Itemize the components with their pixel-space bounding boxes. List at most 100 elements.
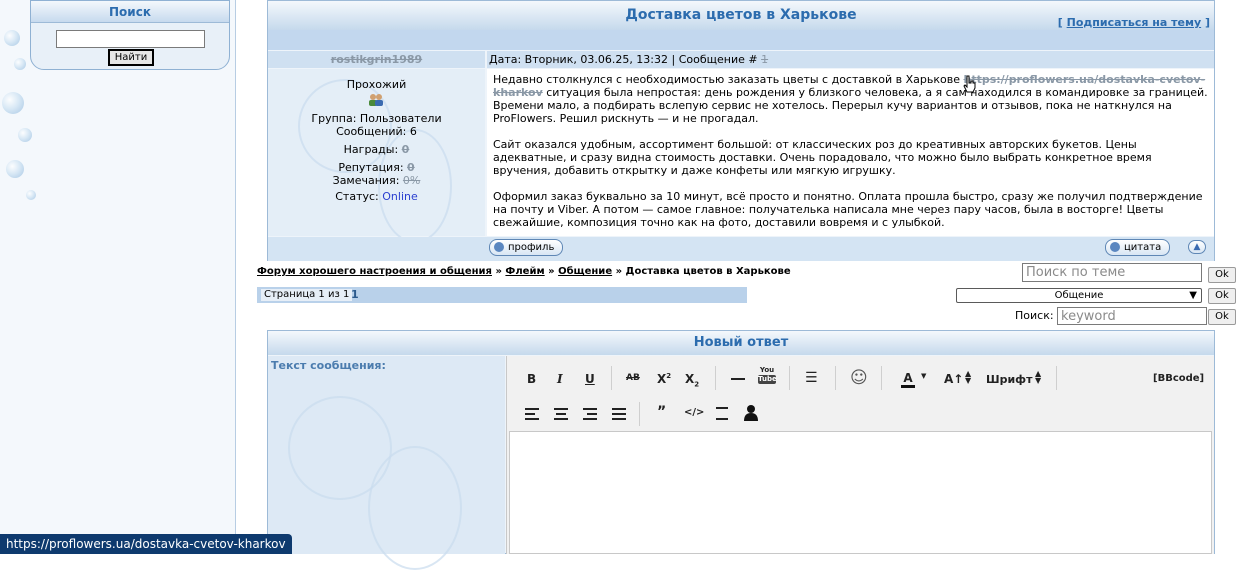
- post-paragraph: Сайт оказался удобным, ассортимент больш…: [493, 138, 1152, 177]
- justify-button[interactable]: [612, 408, 626, 420]
- awards-value[interactable]: 0: [402, 143, 410, 156]
- water-drop-decoration: [26, 190, 36, 200]
- post-footer: профиль цитата ▲: [268, 237, 1214, 261]
- pagination-bar: Страница 1 из 1 1: [257, 287, 747, 303]
- author-reputation: Репутация: 0: [268, 161, 485, 174]
- horizontal-rule-button[interactable]: [731, 378, 745, 380]
- author-warnings: Замечания: 0%: [268, 174, 485, 187]
- author-group: Группа: Пользователи: [311, 112, 442, 125]
- message-number-link[interactable]: 1: [761, 53, 768, 66]
- author-rank: Прохожий: [346, 78, 407, 91]
- left-sidebar: Поиск Найти: [0, 0, 236, 554]
- topic-title: Доставка цветов в Харькове: [625, 7, 857, 23]
- youtube-bottom: Tube: [758, 375, 777, 384]
- arrow-up-icon: ▲: [1193, 242, 1201, 252]
- font-family-button[interactable]: Шрифт: [986, 373, 1032, 386]
- reply-title: Новый ответ: [268, 331, 1214, 355]
- sidebar-search-button[interactable]: Найти: [108, 49, 154, 66]
- search-label: Поиск:: [1015, 309, 1054, 322]
- quote-format-button[interactable]: ”: [657, 404, 666, 420]
- forum-jump-ok-button[interactable]: Ok: [1208, 288, 1236, 304]
- message-label: Текст сообщения:: [271, 359, 386, 372]
- subscript-button[interactable]: X2: [685, 372, 699, 388]
- align-left-button[interactable]: [525, 408, 539, 420]
- reputation-label: Репутация:: [338, 161, 404, 174]
- author-awards: Награды: 0: [268, 143, 485, 156]
- superscript-button[interactable]: X2: [657, 372, 671, 386]
- underline-button[interactable]: U: [585, 372, 595, 386]
- bbcode-toggle[interactable]: [BBcode]: [1153, 373, 1204, 384]
- strikethrough-button[interactable]: AB: [626, 373, 640, 383]
- topic-search-input[interactable]: Поиск по теме: [1022, 263, 1202, 282]
- breadcrumb-general[interactable]: Общение: [558, 266, 612, 277]
- author-name[interactable]: rostikgrin1989: [268, 51, 485, 68]
- bracket-open: [: [1057, 16, 1063, 29]
- topic-search-ok-button[interactable]: Ok: [1208, 267, 1236, 283]
- quote-button[interactable]: цитата: [1105, 239, 1171, 256]
- bbcode-editor: B I U AB X2 X2 You Tube ☰ ☺ A ▼ A↑ ▲ ▼ Шр…: [506, 356, 1214, 554]
- author-messages: Сообщений: 6: [336, 125, 417, 138]
- breadcrumb-flame[interactable]: Флейм: [505, 266, 544, 277]
- warnings-label: Замечания:: [332, 174, 400, 187]
- breadcrumb-sep: »: [548, 266, 555, 277]
- font-color-button[interactable]: A: [901, 371, 915, 388]
- breadcrumb-sep: »: [615, 266, 623, 277]
- bullet-list-button[interactable]: ☰: [805, 370, 818, 386]
- forum-jump-select[interactable]: Общение ▼: [956, 288, 1202, 303]
- search-panel: Поиск Найти: [30, 0, 230, 70]
- reply-form: Новый ответ Текст сообщения: B I U AB X2…: [267, 330, 1215, 570]
- user-icon[interactable]: [744, 404, 758, 422]
- spoiler-button[interactable]: [716, 407, 728, 420]
- stepper-icon: ▲ ▼: [1035, 369, 1042, 385]
- keyword-search-ok-button[interactable]: Ok: [1208, 309, 1236, 325]
- quote-icon: [1110, 242, 1120, 252]
- breadcrumb-forum[interactable]: Форум хорошего настроения и общения: [257, 266, 492, 277]
- smiley-icon[interactable]: ☺: [850, 368, 868, 388]
- paragraph-text: ситуация была непростая: день рождения у…: [493, 86, 1208, 125]
- message-textarea[interactable]: [509, 431, 1212, 554]
- keyword-search-input[interactable]: keyword: [1057, 307, 1207, 325]
- youtube-top: You: [759, 366, 775, 374]
- profile-button-label: профиль: [508, 242, 555, 253]
- water-drop-decoration: [14, 58, 26, 70]
- stepper-icon: ▲ ▼: [965, 369, 972, 385]
- pagination-label: Страница 1 из 1: [261, 289, 353, 301]
- align-center-button[interactable]: [554, 408, 568, 420]
- toolbar-separator: [881, 366, 882, 390]
- breadcrumb-sep: »: [495, 266, 502, 277]
- align-right-button[interactable]: [583, 408, 597, 420]
- water-drop-decoration: [2, 92, 24, 114]
- water-drop-decoration: [6, 160, 24, 178]
- profile-button[interactable]: профиль: [489, 239, 564, 256]
- italic-button[interactable]: I: [557, 372, 563, 386]
- browser-status-bar: https://proflowers.ua/dostavka-cvetov-kh…: [0, 534, 292, 554]
- post-body: Недавно столкнулся с необходимостью зака…: [487, 69, 1214, 236]
- bold-button[interactable]: B: [527, 372, 536, 386]
- post-paragraph: Оформил заказ буквально за 10 минут, всё…: [493, 190, 1203, 229]
- water-drop-decoration: [18, 128, 32, 142]
- sidebar-search-input[interactable]: [56, 30, 205, 48]
- search-panel-title: Поиск: [31, 1, 229, 23]
- post-date: Дата: Вторник, 03.06.25, 13:32 | Сообщен…: [489, 53, 758, 66]
- toolbar-separator: [611, 366, 612, 390]
- reply-label-col: Текст сообщения:: [268, 356, 505, 570]
- warnings-value[interactable]: 0%: [403, 174, 420, 187]
- profile-icon: [494, 242, 504, 252]
- code-button[interactable]: </>: [684, 407, 704, 418]
- water-drop-decoration: [4, 30, 20, 46]
- reputation-value[interactable]: 0: [407, 161, 415, 174]
- toolbar-separator: [1056, 366, 1057, 390]
- bracket-close: ]: [1204, 16, 1210, 29]
- hand-cursor-icon: [963, 75, 977, 93]
- forum-post: Доставка цветов в Харькове [ Подписаться…: [267, 0, 1215, 261]
- youtube-button[interactable]: You Tube: [758, 366, 777, 388]
- current-page: 1: [351, 288, 359, 301]
- chevron-down-icon: ▼: [1189, 290, 1197, 301]
- font-size-button[interactable]: A↑: [944, 372, 963, 386]
- topic-header: Доставка цветов в Харькове [ Подписаться…: [268, 1, 1214, 30]
- awards-label: Награды:: [343, 143, 399, 156]
- subscribe-link[interactable]: Подписаться на тему: [1067, 16, 1202, 29]
- paragraph-text: Недавно столкнулся с необходимостью зака…: [493, 73, 960, 86]
- breadcrumb-current: Доставка цветов в Харькове: [625, 266, 791, 277]
- scroll-top-button[interactable]: ▲: [1188, 240, 1206, 254]
